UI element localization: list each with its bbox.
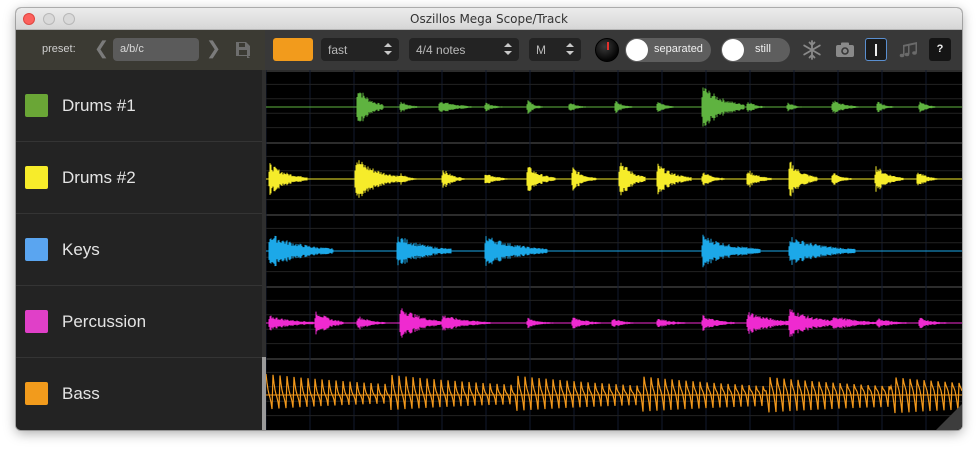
lane-separator — [266, 286, 962, 288]
preset-area: preset: ❮ a/b/c ❯ — [16, 30, 265, 70]
line-mode-icon — [875, 44, 877, 56]
track-name: Percussion — [62, 312, 147, 331]
preset-label: preset: — [42, 43, 76, 55]
lane-separator — [266, 70, 962, 72]
resize-handle[interactable] — [936, 404, 962, 430]
toggle-thumb — [626, 39, 648, 61]
chevron-left-icon[interactable]: ❮ — [94, 39, 109, 57]
chevron-right-icon[interactable]: ❯ — [206, 39, 221, 57]
speed-value: fast — [328, 43, 348, 57]
camera-icon[interactable] — [834, 39, 856, 61]
motion-toggle[interactable]: still — [721, 38, 790, 62]
channel-mode-value: M — [536, 43, 546, 57]
lane-separator — [266, 142, 962, 144]
track-color-swatch[interactable] — [25, 238, 48, 261]
track-row-percussion[interactable]: Percussion — [16, 286, 262, 358]
track-row-keys[interactable]: Keys — [16, 214, 262, 286]
window-title: Oszillos Mega Scope/Track — [410, 12, 568, 26]
select-arrows-icon — [384, 43, 392, 55]
sync-value: 4/4 notes — [416, 43, 466, 57]
scope-lane — [266, 214, 962, 286]
track-row-drums-2[interactable]: Drums #2 — [16, 142, 262, 214]
track-color-swatch[interactable] — [25, 382, 48, 405]
gain-knob[interactable] — [595, 38, 619, 62]
sync-select[interactable]: 4/4 notes — [409, 38, 519, 61]
motion-toggle-label: still — [755, 43, 771, 55]
snowflake-icon[interactable] — [801, 39, 823, 61]
preset-field[interactable]: a/b/c — [113, 38, 199, 61]
track-color-swatch[interactable] — [25, 94, 48, 117]
music-notes-icon[interactable] — [898, 39, 920, 61]
lane-separator — [266, 358, 962, 360]
select-arrows-icon — [566, 43, 574, 55]
scope-display — [266, 70, 962, 430]
title-bar: Oszillos Mega Scope/Track — [16, 8, 962, 30]
track-name: Bass — [62, 384, 100, 403]
toggle-thumb — [722, 39, 744, 61]
toolbar: preset: ❮ a/b/c ❯ fast 4/4 notes M separ… — [16, 30, 962, 70]
track-list: Drums #1 Drums #2 Keys Percussion Bass — [16, 70, 262, 430]
track-color-swatch[interactable] — [25, 166, 48, 189]
track-color-button[interactable] — [273, 38, 313, 61]
track-row-drums-1[interactable]: Drums #1 — [16, 70, 262, 142]
waveform-canvas — [266, 70, 962, 430]
track-row-bass[interactable]: Bass — [16, 358, 262, 430]
scope-window: Oszillos Mega Scope/Track preset: ❮ a/b/… — [16, 8, 962, 430]
select-arrows-icon — [504, 43, 512, 55]
help-button[interactable]: ? — [929, 38, 951, 61]
track-name: Keys — [62, 240, 100, 259]
layout-toggle-label: separated — [654, 43, 703, 55]
lane-separator — [266, 214, 962, 216]
save-preset-icon[interactable] — [234, 40, 252, 60]
track-name: Drums #1 — [62, 96, 136, 115]
track-color-swatch[interactable] — [25, 310, 48, 333]
layout-toggle[interactable]: separated — [625, 38, 711, 62]
track-name: Drums #2 — [62, 168, 136, 187]
speed-select[interactable]: fast — [321, 38, 399, 61]
line-mode-button[interactable] — [865, 38, 887, 61]
channel-mode-select[interactable]: M — [529, 38, 581, 61]
knob-indicator — [607, 42, 609, 50]
